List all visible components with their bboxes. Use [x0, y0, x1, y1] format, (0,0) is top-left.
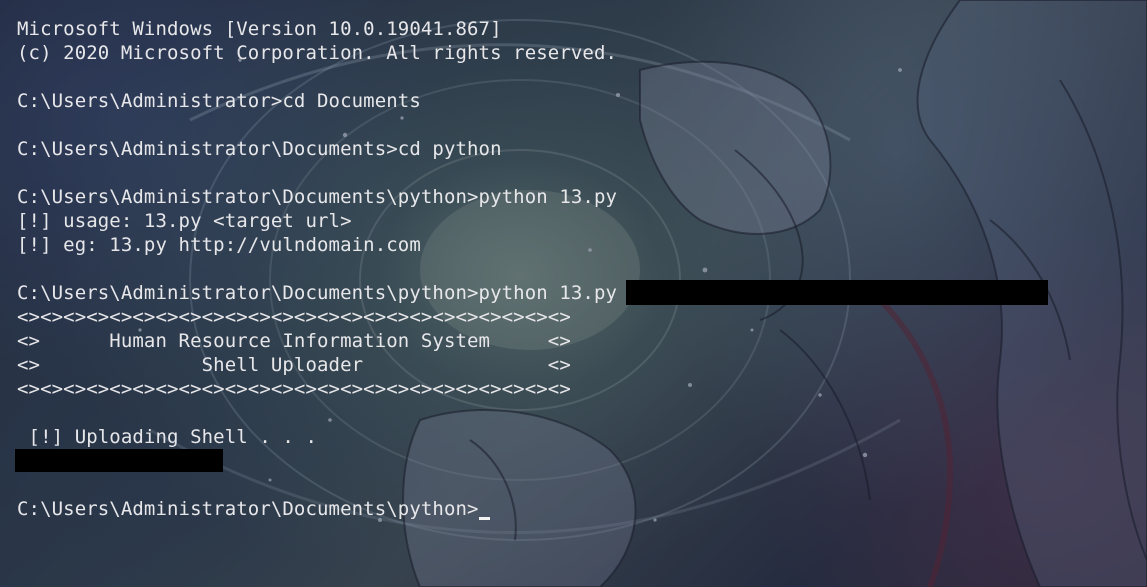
redacted-output: [15, 449, 223, 472]
banner-subtitle-line: <> Shell Uploader <>: [17, 354, 571, 376]
banner-border-bottom: <><><><><><><><><><><><><><><><><><><><>…: [17, 378, 571, 400]
console-output[interactable]: Microsoft Windows [Version 10.0.19041.86…: [15, 17, 1049, 521]
prompt-text: C:\Users\Administrator\Documents\python>: [17, 498, 479, 520]
command-line-cd-documents: C:\Users\Administrator>cd Documents: [17, 90, 421, 112]
redacted-target-url: [626, 280, 1049, 305]
copyright-line: (c) 2020 Microsoft Corporation. All righ…: [17, 42, 618, 64]
usage-line: [!] usage: 13.py <target url>: [17, 210, 352, 232]
text-cursor: [478, 517, 490, 520]
terminal-window[interactable]: Microsoft Windows [Version 10.0.19041.86…: [0, 0, 1147, 587]
command-line-run-script: C:\Users\Administrator\Documents\python>…: [17, 186, 618, 208]
redacted-output-line: [15, 449, 1048, 473]
version-line: Microsoft Windows [Version 10.0.19041.86…: [17, 18, 502, 40]
command-line-cd-python: C:\Users\Administrator\Documents>cd pyth…: [17, 138, 502, 160]
banner-title-line: <> Human Resource Information System <>: [17, 330, 571, 352]
command-line-run-script-with-target: C:\Users\Administrator\Documents\python>…: [17, 280, 1049, 305]
current-prompt-line[interactable]: C:\Users\Administrator\Documents\python>: [17, 497, 1048, 521]
banner-border-top: <><><><><><><><><><><><><><><><><><><><>…: [17, 306, 571, 328]
uploading-status-line: [!] Uploading Shell . . .: [17, 426, 318, 448]
command-text: C:\Users\Administrator\Documents\python>…: [17, 282, 618, 304]
example-line: [!] eg: 13.py http://vulndomain.com: [17, 234, 421, 256]
